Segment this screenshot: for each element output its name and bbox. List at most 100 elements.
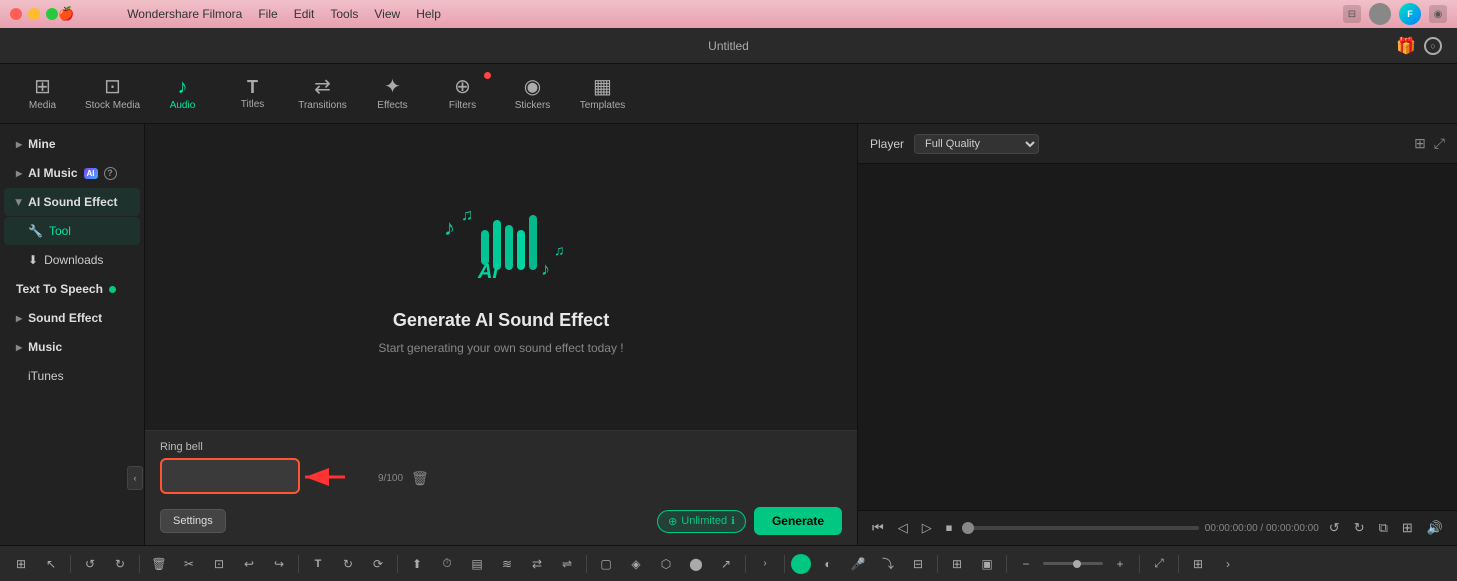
bt-loop-icon[interactable]: ↻ [335, 551, 361, 577]
stock-media-icon: ⊡ [104, 77, 121, 97]
unlimited-button[interactable]: ⊕ Unlimited ℹ [657, 510, 746, 533]
skip-back-button[interactable]: ⏮ [868, 518, 888, 538]
undo-button[interactable]: ↺ [1325, 518, 1344, 538]
menu-bar: Wondershare Filmora File Edit Tools View… [119, 7, 449, 21]
toolbar-audio[interactable]: ♪ Audio [150, 68, 215, 120]
sound-effect-input[interactable] [160, 458, 300, 494]
sidebar-item-tool[interactable]: 🔧 Tool [4, 217, 140, 245]
sidebar-ai-sound-label: AI Sound Effect [28, 195, 117, 209]
close-button[interactable] [10, 8, 22, 20]
bt-scissors-icon[interactable]: ✂ [176, 551, 202, 577]
bt-arrow-icon[interactable]: ↗ [713, 551, 739, 577]
stop-button[interactable]: ⏹ [942, 518, 957, 538]
bt-sep-6 [745, 555, 746, 573]
menu-tools[interactable]: Tools [322, 7, 366, 21]
quality-select[interactable]: Full Quality High Quality Medium Quality… [914, 134, 1039, 154]
bt-palette-icon[interactable]: ◐ [815, 551, 841, 577]
bt-export-icon[interactable]: ⬆ [404, 551, 430, 577]
bt-delete-icon[interactable]: 🗑 [146, 551, 172, 577]
sidebar-item-text-to-speech[interactable]: Text To Speech [4, 275, 140, 303]
toolbar-stickers[interactable]: ◉ Stickers [500, 68, 565, 120]
input-row: 9/100 🗑 [160, 458, 842, 499]
sidebar-item-sound-effect[interactable]: ▶ Sound Effect [4, 304, 140, 332]
window-tile-icon[interactable]: ⊟ [1343, 5, 1361, 23]
main-toolbar: ⊞ Media ⊡ Stock Media ♪ Audio T Titles ⇄… [0, 64, 1457, 124]
menu-app-name[interactable]: Wondershare Filmora [119, 7, 250, 21]
bt-expand-icon[interactable]: ⤢ [1146, 551, 1172, 577]
volume-button[interactable]: 🔊 [1423, 518, 1447, 538]
bt-undo2-icon[interactable]: ↩ [236, 551, 262, 577]
notification-icon[interactable]: ○ [1424, 37, 1442, 55]
maximize-button[interactable] [46, 8, 58, 20]
gift-icon[interactable]: 🎁 [1396, 36, 1416, 56]
sidebar-item-ai-music[interactable]: ▶ AI Music AI ? [4, 159, 140, 187]
menu-file[interactable]: File [250, 7, 285, 21]
bt-caption-icon[interactable]: ⊟ [905, 551, 931, 577]
sidebar-item-ai-sound-effect[interactable]: ▶ AI Sound Effect [4, 188, 140, 216]
sidebar-item-itunes[interactable]: iTunes [4, 362, 140, 390]
sidebar-item-mine[interactable]: ▶ Mine [4, 130, 140, 158]
bt-undo-icon[interactable]: ↺ [77, 551, 103, 577]
toolbar-stock-media[interactable]: ⊡ Stock Media [80, 68, 145, 120]
grid-view-icon[interactable]: ⊞ [1414, 135, 1426, 152]
bt-arrow-right-icon[interactable]: › [1215, 551, 1241, 577]
bt-redo-icon[interactable]: ↻ [107, 551, 133, 577]
bt-text-icon[interactable]: T [305, 551, 331, 577]
menu-edit[interactable]: Edit [286, 7, 323, 21]
play-forward-frame-button[interactable]: ▷ [918, 518, 936, 538]
unlimited-label: Unlimited [681, 515, 727, 527]
toolbar-titles[interactable]: T Titles [220, 68, 285, 120]
progress-bar[interactable] [962, 526, 1199, 530]
toolbar-transitions[interactable]: ⇄ Transitions [290, 68, 355, 120]
sidebar-item-music[interactable]: ▶ Music [4, 333, 140, 361]
bt-layout-icon[interactable]: ▢ [593, 551, 619, 577]
play-back-frame-button[interactable]: ◁ [894, 518, 912, 538]
bt-brush-icon[interactable]: ⬤ [683, 551, 709, 577]
bt-crop-icon[interactable]: ⊡ [206, 551, 232, 577]
bt-zoom-in-icon[interactable]: + [1107, 551, 1133, 577]
bt-more-icon[interactable]: › [752, 551, 778, 577]
bt-zoom-out-icon[interactable]: − [1013, 551, 1039, 577]
user-avatar[interactable] [1369, 3, 1391, 25]
bt-sticker-icon[interactable]: ◈ [623, 551, 649, 577]
bt-grid-icon[interactable]: ⊞ [8, 551, 34, 577]
sidebar-item-downloads[interactable]: ⬇ Downloads [4, 246, 140, 274]
menu-help[interactable]: Help [408, 7, 449, 21]
generate-button[interactable]: Generate [754, 507, 842, 535]
expand-window-icon[interactable]: ◉ [1429, 5, 1447, 23]
bt-speaker-icon[interactable]: ▤ [464, 551, 490, 577]
menu-view[interactable]: View [366, 7, 408, 21]
toolbar-templates[interactable]: ▦ Templates [570, 68, 635, 120]
bt-layout2-icon[interactable]: ▣ [974, 551, 1000, 577]
help-icon[interactable]: ? [104, 167, 117, 180]
bt-cursor-icon[interactable]: ↖ [38, 551, 64, 577]
bt-sep-5 [586, 555, 587, 573]
toolbar-effects[interactable]: ✦ Effects [360, 68, 425, 120]
bt-sep-9 [1006, 555, 1007, 573]
sidebar-collapse-button[interactable]: ‹ [127, 466, 143, 490]
bt-mic-icon[interactable]: 🎤 [845, 551, 871, 577]
bt-wave-icon[interactable]: ≋ [494, 551, 520, 577]
bt-mask-icon[interactable]: ⬡ [653, 551, 679, 577]
minimize-button[interactable] [28, 8, 40, 20]
bt-track-color-indicator[interactable] [791, 554, 811, 574]
bt-timer-icon[interactable]: ⏱ [434, 551, 460, 577]
bt-loop2-icon[interactable]: ⟳ [365, 551, 391, 577]
bt-arrows-icon[interactable]: ⇄ [524, 551, 550, 577]
bottom-panel: Ring bell [145, 430, 857, 545]
bt-arrows2-icon[interactable]: ⇌ [554, 551, 580, 577]
filmora-logo[interactable]: F [1399, 3, 1421, 25]
bt-insert-icon[interactable]: ⤵ [875, 551, 901, 577]
settings-button[interactable]: Settings [160, 509, 226, 533]
bt-redo2-icon[interactable]: ↪ [266, 551, 292, 577]
bt-screen-icon[interactable]: ⊞ [944, 551, 970, 577]
clip-button[interactable]: ⧉ [1375, 518, 1392, 538]
zoom-fit-button[interactable]: ⊞ [1398, 518, 1417, 538]
zoom-slider[interactable] [1043, 562, 1103, 565]
fullscreen-icon[interactable]: ⤢ [1434, 135, 1445, 152]
redo-button[interactable]: ↻ [1350, 518, 1369, 538]
playback-bar: ⏮ ◁ ▷ ⏹ 00:00:00:00 / 00:00:00:00 ↺ ↻ ⧉ … [858, 510, 1457, 545]
trash-icon[interactable]: 🗑 [411, 470, 429, 487]
toolbar-media[interactable]: ⊞ Media [10, 68, 75, 120]
bt-grid2-icon[interactable]: ⊞ [1185, 551, 1211, 577]
